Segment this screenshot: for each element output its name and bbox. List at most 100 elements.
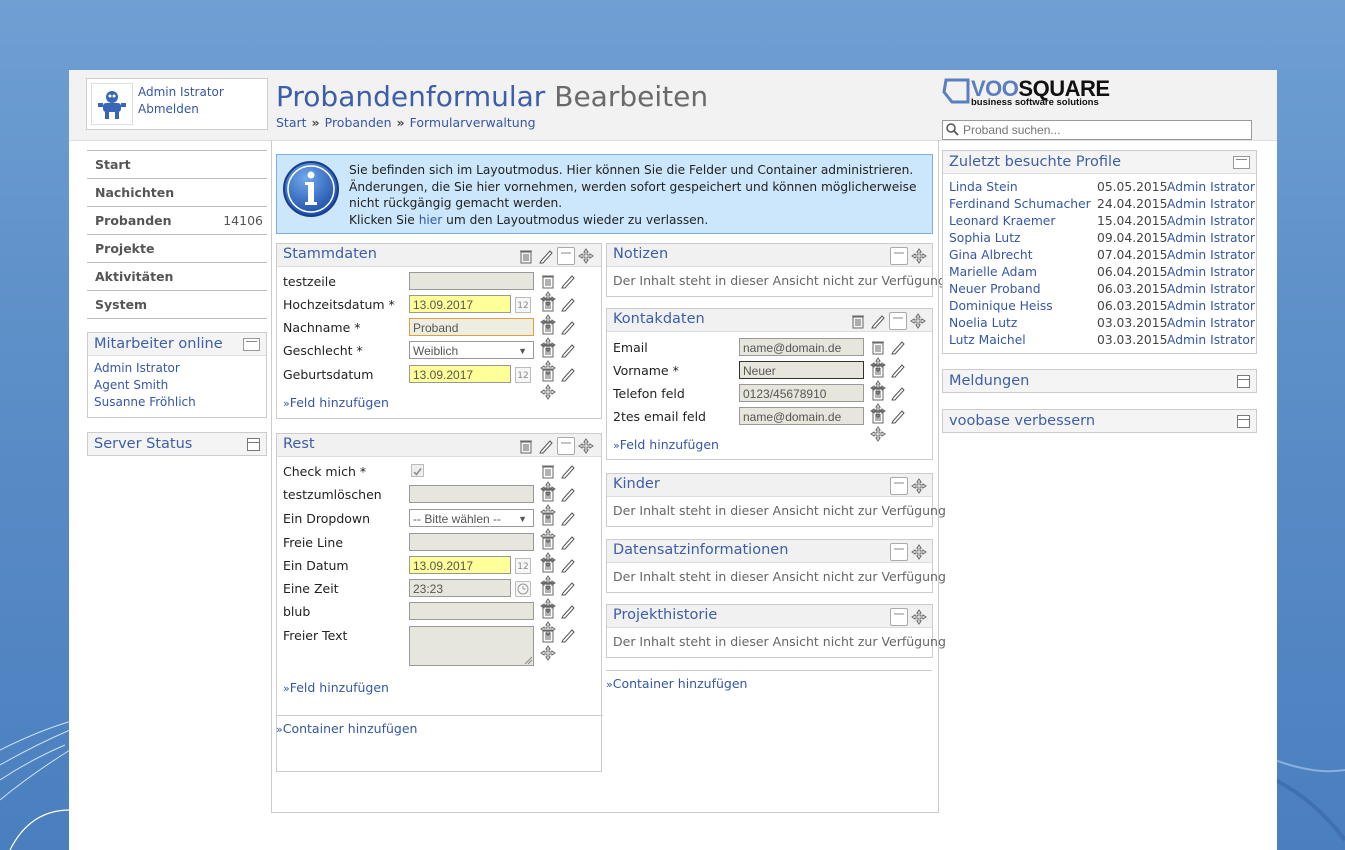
email-input[interactable]: name@domain.de [739,338,864,356]
minimize-icon[interactable] [889,312,907,330]
trash-icon[interactable] [539,365,557,383]
trash-icon[interactable] [869,407,887,425]
sidebar-item-aktivitaeten[interactable]: Aktivitäten [87,262,267,290]
profile-link[interactable]: Ferdinand Schumacher [949,196,1091,213]
add-field-link[interactable]: »Feld hinzufügen [283,680,389,695]
user-name-link[interactable]: Admin Istrator [138,85,224,99]
pencil-icon[interactable] [559,579,577,597]
maximize-icon[interactable] [1237,375,1250,388]
profile-link[interactable]: Lutz Maichel [949,332,1026,349]
calendar-icon[interactable]: 12 [515,558,531,574]
move-icon[interactable] [539,644,557,662]
trash-icon[interactable] [849,312,867,330]
trash-icon[interactable] [539,556,557,574]
minimize-icon[interactable] [890,477,908,495]
trash-icon[interactable] [539,295,557,313]
freier-text-textarea[interactable] [409,626,534,666]
user-link[interactable]: Admin Istrator [1167,179,1255,196]
clock-icon[interactable] [515,581,531,597]
sidebar-item-system[interactable]: System [87,290,267,319]
user-link[interactable]: Admin Istrator [1167,213,1255,230]
profile-link[interactable]: Noelia Lutz [949,315,1017,332]
profile-link[interactable]: Dominique Heiss [949,298,1053,315]
profile-link[interactable]: Linda Stein [949,179,1018,196]
eine-zeit-input[interactable]: 23:23 [409,579,511,597]
move-icon[interactable] [910,543,928,561]
minimize-icon[interactable] [243,338,260,351]
minimize-icon[interactable] [890,247,908,265]
pencil-icon[interactable] [559,485,577,503]
pencil-icon[interactable] [559,533,577,551]
trash-icon[interactable] [539,602,557,620]
geburtsdatum-input[interactable]: 13.09.2017 [409,365,511,383]
pencil-icon[interactable] [559,602,577,620]
user-link[interactable]: Admin Istrator [1167,247,1255,264]
trash-icon[interactable] [539,318,557,336]
trash-icon[interactable] [539,509,557,527]
trash-icon[interactable] [539,626,557,644]
calendar-icon[interactable]: 12 [515,367,531,383]
minimize-icon[interactable] [557,247,575,265]
check-mich-checkbox[interactable] [411,464,424,477]
move-icon[interactable] [909,312,927,330]
pencil-icon[interactable] [889,407,907,425]
user-link[interactable]: Admin Istrator [1167,281,1255,298]
trash-icon[interactable] [539,462,557,480]
pencil-icon[interactable] [537,247,555,265]
testzumloeschen-input[interactable] [409,485,534,503]
add-container-link-middle[interactable]: »Container hinzufügen [606,676,747,691]
pencil-icon[interactable] [559,626,577,644]
minimize-icon[interactable] [890,543,908,561]
pencil-icon[interactable] [559,318,577,336]
maximize-icon[interactable] [247,438,260,451]
user-link[interactable]: Admin Istrator [1167,315,1255,332]
move-icon[interactable] [910,608,928,626]
move-icon[interactable] [577,247,595,265]
move-icon[interactable] [910,247,928,265]
profile-link[interactable]: Sophia Lutz [949,230,1021,247]
pencil-icon[interactable] [537,437,555,455]
calendar-icon[interactable]: 12 [515,297,531,313]
trash-icon[interactable] [869,384,887,402]
minimize-icon[interactable] [890,608,908,626]
trash-icon[interactable] [539,485,557,503]
user-link[interactable]: Admin Istrator [1167,230,1255,247]
online-user-link[interactable]: Admin Istrator [94,360,260,377]
hochzeitsdatum-input[interactable]: 13.09.2017 [409,295,511,313]
sidebar-item-nachichten[interactable]: Nachichten [87,178,267,206]
pencil-icon[interactable] [559,509,577,527]
search-box[interactable] [942,120,1252,140]
freie-line-input[interactable] [409,533,534,551]
testzeile-input[interactable] [409,272,534,290]
minimize-icon[interactable] [1233,156,1250,169]
minimize-icon[interactable] [557,437,575,455]
add-field-link[interactable]: »Feld hinzufügen [613,437,719,452]
telefon-input[interactable]: 0123/45678910 [739,384,864,402]
online-user-link[interactable]: Agent Smith [94,377,260,394]
pencil-icon[interactable] [559,295,577,313]
pencil-icon[interactable] [889,338,907,356]
user-link[interactable]: Admin Istrator [1167,196,1255,213]
ein-datum-input[interactable]: 13.09.2017 [409,556,511,574]
add-container-link-left[interactable]: »Container hinzufügen [276,721,417,736]
sidebar-item-probanden[interactable]: Probanden 14106 [87,206,267,234]
trash-icon[interactable] [539,579,557,597]
sidebar-item-start[interactable]: Start [87,150,267,178]
breadcrumb-start[interactable]: Start [276,115,307,130]
pencil-icon[interactable] [559,365,577,383]
pencil-icon[interactable] [869,312,887,330]
nachname-input[interactable]: Proband [409,318,534,336]
maximize-icon[interactable] [1237,415,1250,428]
trash-icon[interactable] [539,533,557,551]
blub-input[interactable] [409,602,534,620]
online-user-link[interactable]: Susanne Fröhlich [94,394,260,411]
trash-icon[interactable] [539,272,557,290]
profile-link[interactable]: Leonard Kraemer [949,213,1055,230]
trash-icon[interactable] [517,247,535,265]
pencil-icon[interactable] [559,341,577,359]
user-link[interactable]: Admin Istrator [1167,332,1255,349]
sidebar-item-projekte[interactable]: Projekte [87,234,267,262]
move-icon[interactable] [577,437,595,455]
profile-link[interactable]: Marielle Adam [949,264,1037,281]
vorname-input[interactable]: Neuer [739,361,864,379]
